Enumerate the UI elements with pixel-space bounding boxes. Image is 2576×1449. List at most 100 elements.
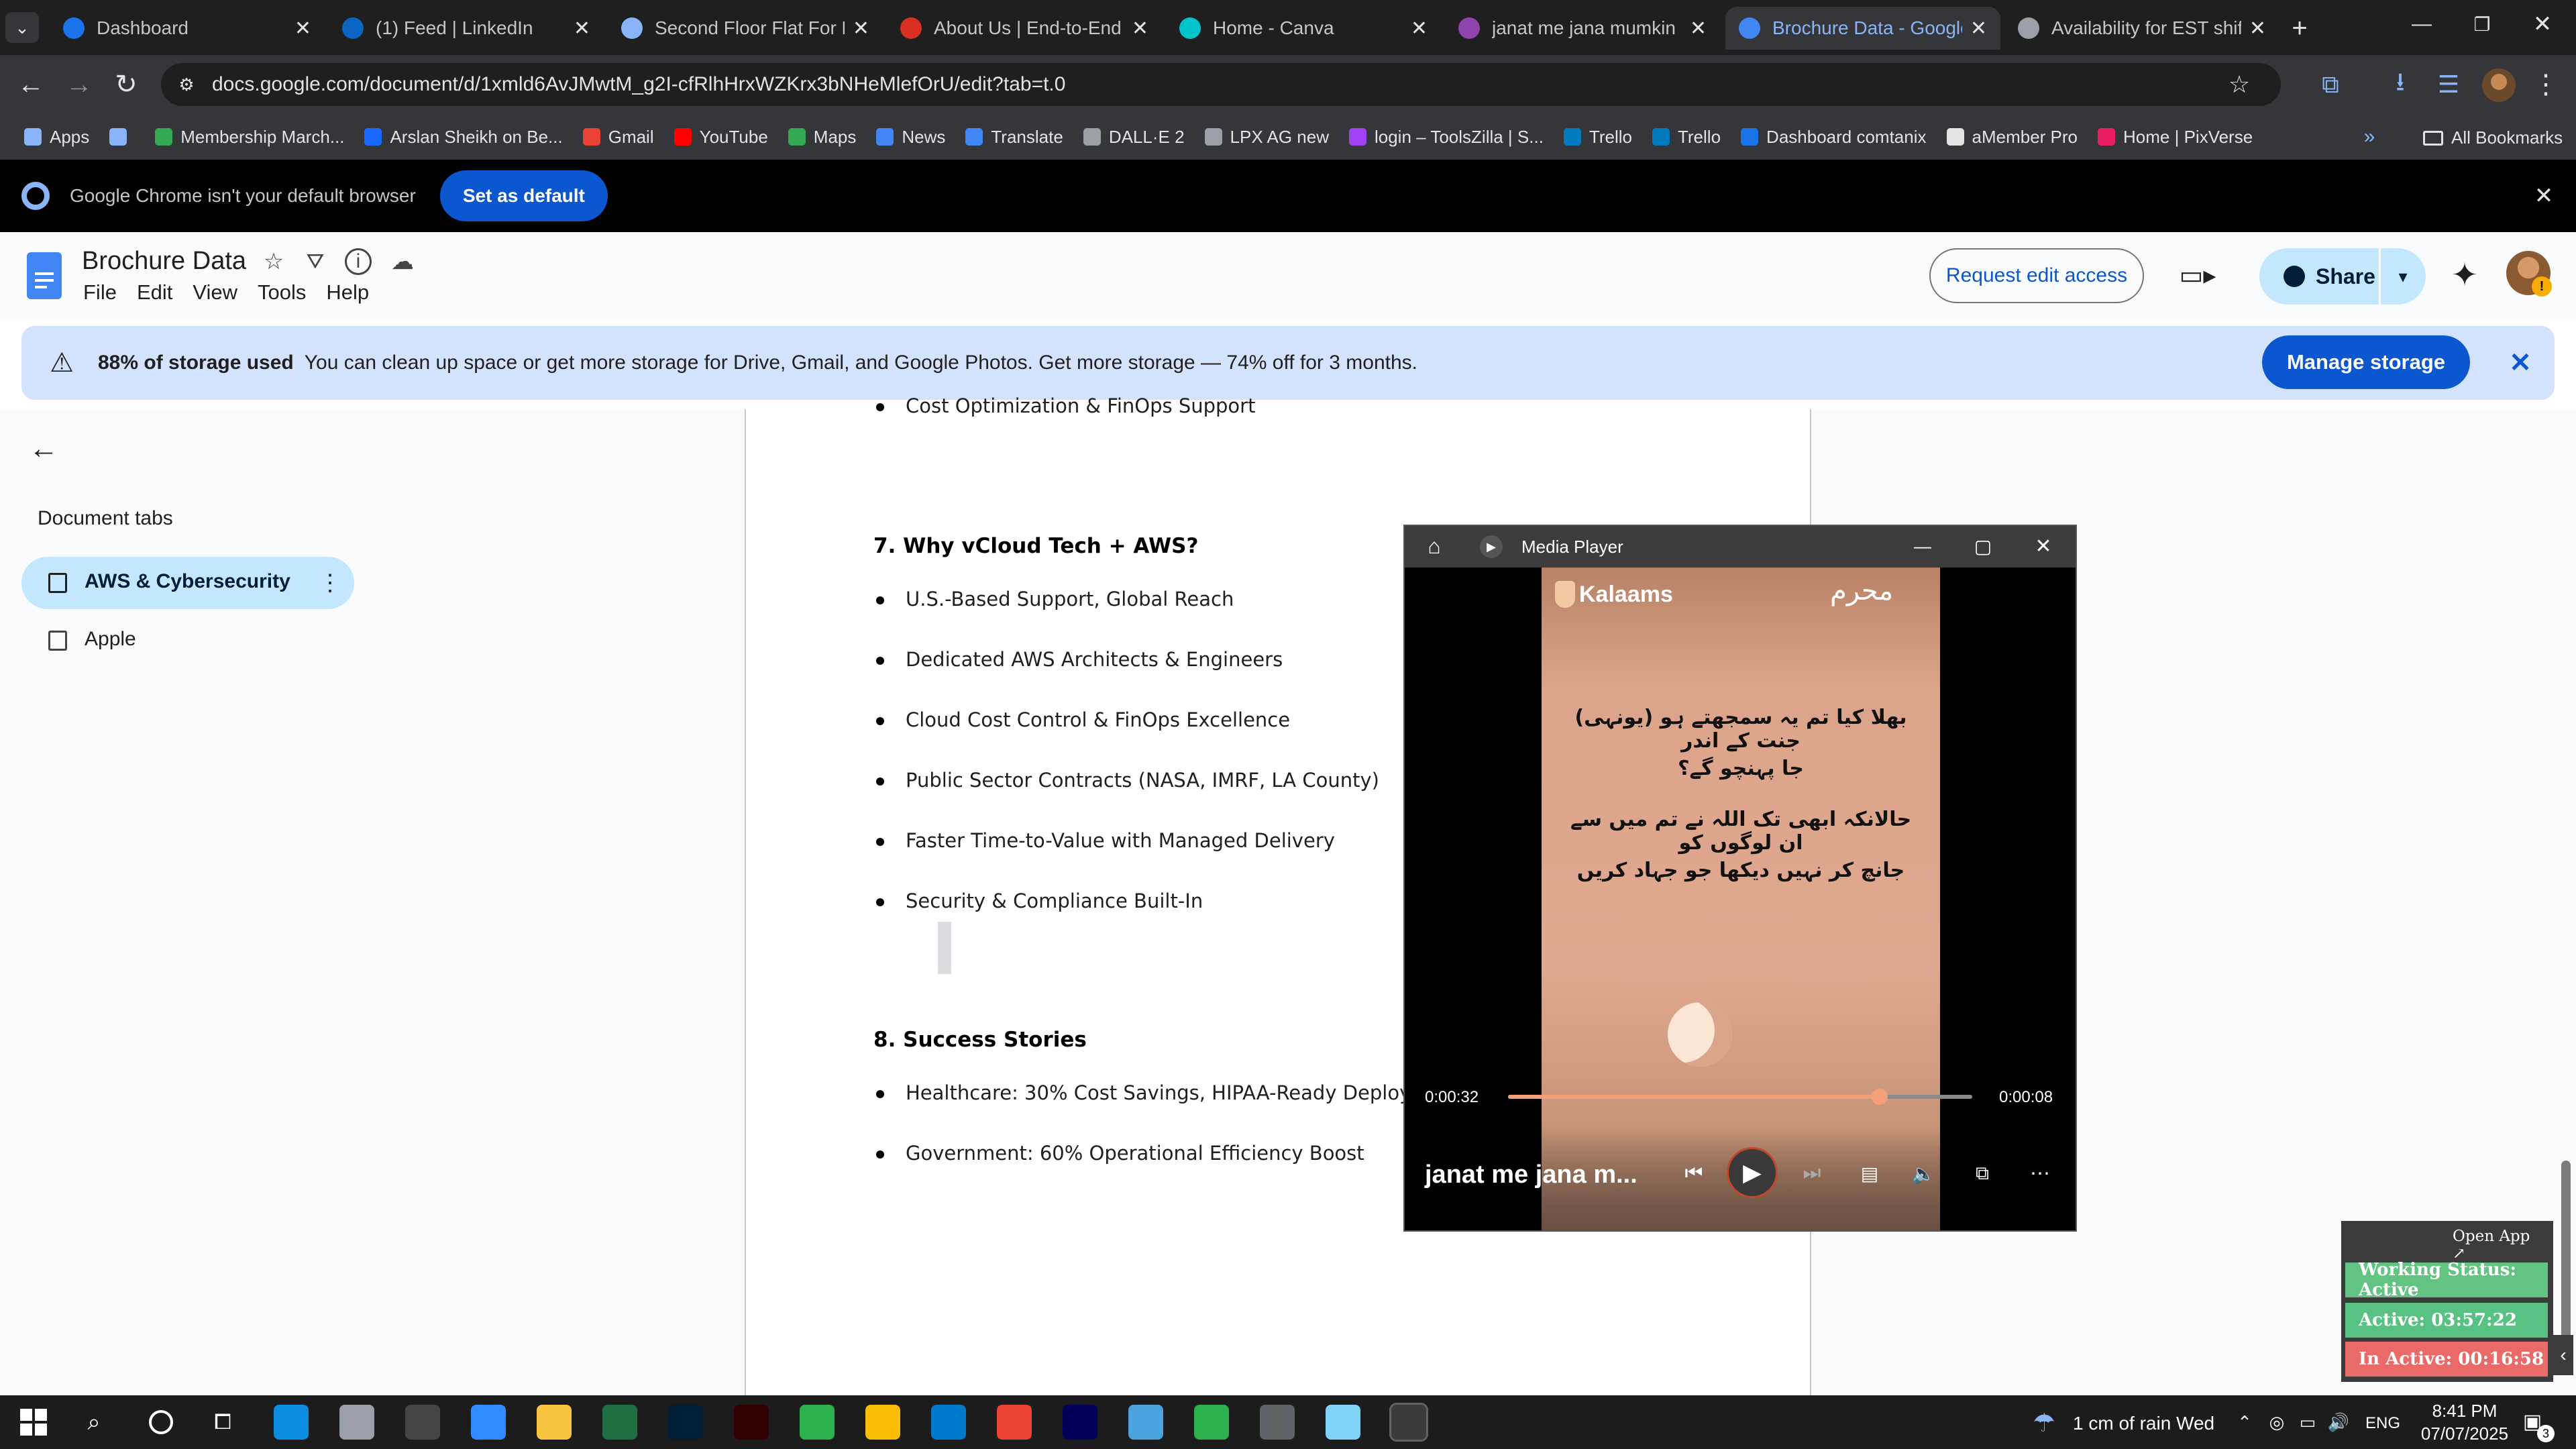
browser-tab[interactable]: Availability for EST shift ✕ — [2004, 7, 2279, 50]
menu-item[interactable]: Edit — [137, 280, 172, 305]
move-to-drive-icon[interactable]: ⛛ — [302, 248, 329, 275]
calculator-icon[interactable] — [1260, 1405, 1295, 1440]
terminal-icon[interactable] — [405, 1405, 440, 1440]
share-dropdown-icon[interactable]: ▾ — [2390, 248, 2416, 305]
browser-tab[interactable]: Second Floor Flat For Ren ✕ — [608, 7, 883, 50]
request-edit-access-button[interactable]: Request edit access — [1929, 248, 2144, 303]
mp-minimize-icon[interactable]: — — [1908, 533, 1937, 559]
site-info-icon[interactable]: ⚙ — [173, 71, 200, 98]
media-player-titlebar[interactable]: ⌂ ▶ Media Player — ▢ ✕ — [1405, 526, 2076, 568]
browser-tab[interactable]: janat me jana mumkin na ✕ — [1445, 7, 1720, 50]
bookmark-item[interactable]: Gmail — [582, 127, 654, 148]
doc-tab-apple[interactable]: Apple — [21, 614, 354, 667]
chevron-up-icon[interactable]: ⌃ — [2231, 1409, 2258, 1436]
menu-item[interactable]: Help — [326, 280, 369, 305]
bookmark-item[interactable]: Dashboard comtanix — [1741, 127, 1927, 148]
home-icon[interactable]: ⌂ — [1421, 533, 1448, 559]
tab-close-icon[interactable]: ✕ — [1690, 17, 1707, 40]
tab-options-icon[interactable]: ⋮ — [317, 568, 343, 598]
chrome-icon[interactable] — [865, 1405, 900, 1440]
bookmark-item[interactable]: login – ToolsZilla | S... — [1348, 127, 1544, 148]
menu-item[interactable]: Tools — [258, 280, 306, 305]
illustrator-icon[interactable] — [734, 1405, 769, 1440]
task-view-icon[interactable]: ⧠ — [208, 1407, 237, 1437]
more-options-icon[interactable]: ⋯ — [2023, 1157, 2057, 1190]
seek-bar[interactable] — [1508, 1089, 1972, 1105]
bookmark-item[interactable]: Trello — [1563, 127, 1632, 148]
browser-tab[interactable]: (1) Feed | LinkedIn ✕ — [329, 7, 604, 50]
gemini-icon[interactable]: ✦ — [2445, 255, 2485, 295]
bookmark-item[interactable]: Translate — [965, 127, 1063, 148]
camera-icon[interactable]: ◎ — [2263, 1409, 2290, 1436]
close-window-button[interactable]: ✕ — [2516, 0, 2569, 48]
weather-text[interactable]: 1 cm of rain Wed — [2073, 1413, 2214, 1434]
browser-tab[interactable]: About Us | End-to-End IT ✕ — [887, 7, 1162, 50]
bookmark-item[interactable]: aMember Pro — [1946, 127, 2078, 148]
bookmark-item[interactable]: DALL·E 2 — [1083, 127, 1185, 148]
next-icon[interactable]: ⏭ — [1795, 1157, 1829, 1190]
minimize-window-button[interactable]: — — [2395, 0, 2449, 48]
bookmark-item[interactable]: Membership March... — [155, 127, 344, 148]
cortana-icon[interactable] — [149, 1410, 173, 1434]
reload-icon[interactable]: ↻ — [107, 66, 145, 103]
browser-tab[interactable]: Home - Canva ✕ — [1166, 7, 1441, 50]
profile-avatar[interactable] — [2482, 68, 2516, 102]
manage-storage-button[interactable]: Manage storage — [2262, 335, 2470, 389]
search-icon[interactable]: ⌕ — [79, 1407, 109, 1437]
download-icon[interactable]: ⭳ — [2381, 66, 2419, 103]
bookmark-item[interactable] — [109, 128, 135, 146]
mp-close-icon[interactable]: ✕ — [2029, 533, 2058, 559]
forward-icon[interactable]: → — [60, 66, 98, 103]
bookmark-item[interactable]: Trello — [1652, 127, 1721, 148]
bookmark-item[interactable]: Home | PixVerse — [2098, 127, 2253, 148]
tab-close-icon[interactable]: ✕ — [1970, 17, 1987, 40]
cloud-saved-icon[interactable]: ☁ — [388, 248, 417, 275]
meet-icon[interactable]: ▭▸ — [2171, 255, 2224, 295]
tab-close-icon[interactable]: ✕ — [294, 17, 311, 40]
network-icon[interactable]: ▭ — [2294, 1409, 2321, 1436]
infobar-close-icon[interactable]: ✕ — [2529, 181, 2559, 211]
bookmark-item[interactable]: Apps — [24, 127, 89, 148]
green-app-2-icon[interactable] — [1194, 1405, 1229, 1440]
bookmark-item[interactable]: Arslan Sheikh on Be... — [364, 127, 563, 148]
docs-logo-icon[interactable] — [27, 252, 62, 299]
tab-close-icon[interactable]: ✕ — [574, 17, 590, 40]
browser-tab[interactable]: Brochure Data - Google D ✕ — [1725, 7, 2000, 50]
set-as-default-button[interactable]: Set as default — [439, 170, 608, 221]
chrome-profile-icon[interactable] — [997, 1405, 1032, 1440]
storage-banner-close-icon[interactable]: ✕ — [2504, 346, 2537, 380]
back-icon[interactable]: ← — [12, 66, 50, 103]
open-app-button[interactable]: Open App ↗ — [2453, 1228, 2546, 1263]
share-button[interactable]: Share ▾ — [2259, 248, 2426, 305]
media-player-icon[interactable] — [1389, 1403, 1428, 1442]
pen-icon[interactable] — [339, 1405, 374, 1440]
volume-icon[interactable]: 🔈 — [1907, 1157, 1940, 1190]
video-frame[interactable]: Kalaams محرم بھلا کیا تم یہ سمجھتے ہو (ی… — [1542, 568, 1940, 1230]
media-player-window[interactable]: ⌂ ▶ Media Player — ▢ ✕ Kalaams محرم بھلا… — [1403, 525, 2077, 1232]
doc-tab-aws-cybersecurity[interactable]: AWS & Cybersecurity ⋮ — [21, 557, 354, 609]
photoshop-icon[interactable] — [668, 1405, 703, 1440]
language-indicator[interactable]: ENG — [2365, 1414, 2400, 1433]
notepad-icon[interactable] — [1326, 1405, 1360, 1440]
menu-item[interactable]: View — [193, 280, 237, 305]
extensions-icon[interactable]: ⧉ — [2312, 66, 2349, 103]
document-details-icon[interactable]: i — [345, 248, 372, 275]
more-vert-icon[interactable]: ⋮ — [2529, 66, 2563, 103]
browser-tab[interactable]: Dashboard ✕ — [50, 7, 325, 50]
new-tab-button[interactable]: + — [2284, 12, 2316, 44]
edge-icon[interactable] — [274, 1405, 309, 1440]
scrollbar[interactable] — [2561, 1161, 2571, 1362]
previous-icon[interactable]: ⏮ — [1677, 1157, 1711, 1190]
subtitles-icon[interactable]: ▤ — [1853, 1157, 1886, 1190]
back-arrow-icon[interactable]: ← — [27, 432, 60, 466]
green-app-icon[interactable] — [800, 1405, 835, 1440]
more-bookmarks-icon[interactable]: » — [2356, 123, 2383, 150]
tab-search-button[interactable]: ⌄ — [5, 12, 39, 43]
media-control-icon[interactable]: ☰ — [2430, 66, 2467, 103]
tab-close-icon[interactable]: ✕ — [1132, 17, 1148, 40]
restore-window-button[interactable]: ❐ — [2455, 0, 2509, 48]
bookmark-item[interactable]: Maps — [788, 127, 856, 148]
premiere-icon[interactable] — [1063, 1405, 1097, 1440]
tracker-collapse-icon[interactable]: ‹ — [2553, 1335, 2573, 1375]
speaker-icon[interactable]: 🔊 — [2325, 1409, 2352, 1436]
